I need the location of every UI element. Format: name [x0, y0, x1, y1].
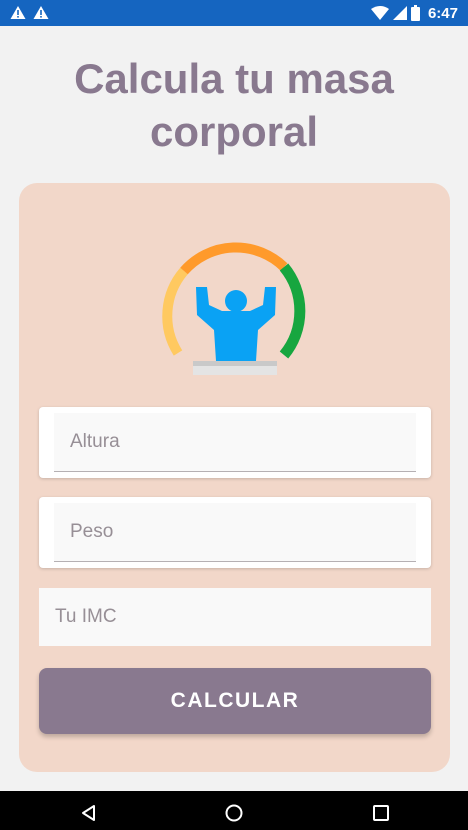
warning-icon	[33, 6, 49, 19]
calculate-button[interactable]: CALCULAR	[39, 668, 431, 734]
altura-placeholder: Altura	[70, 431, 120, 452]
page-title-line-1: Calcula tu masa	[74, 55, 394, 102]
altura-input[interactable]: Altura	[54, 413, 416, 472]
calculate-button-label: CALCULAR	[170, 689, 300, 712]
page-title-line-2: corporal	[149, 108, 319, 155]
peso-field[interactable]: Peso	[39, 497, 431, 568]
altura-field[interactable]: Altura	[39, 407, 431, 478]
calculator-card: Altura Peso Tu IMC CALCULAR	[19, 183, 450, 772]
peso-placeholder: Peso	[70, 521, 114, 542]
imc-result: Tu IMC	[39, 588, 431, 646]
recents-icon[interactable]	[372, 804, 390, 822]
status-bar: 6:47	[0, 0, 468, 26]
back-icon[interactable]	[80, 804, 98, 822]
bmi-gauge-strongman-icon	[162, 242, 306, 375]
battery-icon	[410, 5, 420, 21]
home-icon[interactable]	[225, 804, 243, 822]
navigation-bar	[0, 791, 468, 830]
page-title: Calcula tu masa corporal	[0, 52, 468, 158]
signal-icon	[392, 6, 407, 20]
imc-result-text: Tu IMC	[55, 606, 117, 627]
wifi-icon	[370, 6, 389, 20]
peso-input[interactable]: Peso	[54, 503, 416, 562]
warning-icon	[10, 6, 26, 19]
status-time: 6:47	[427, 4, 458, 22]
